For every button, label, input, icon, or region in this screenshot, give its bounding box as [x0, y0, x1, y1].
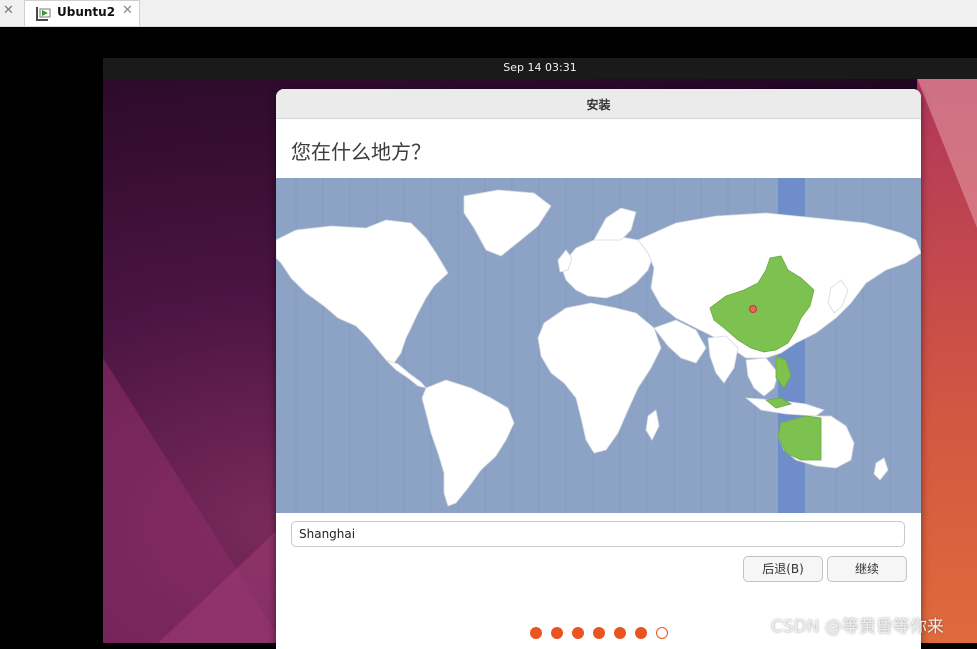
progress-dot: [530, 627, 542, 639]
progress-dot: [635, 627, 647, 639]
progress-dot: [614, 627, 626, 639]
host-tab-strip: ✕ Ubuntu2 ✕: [0, 0, 977, 27]
location-pin-icon[interactable]: [749, 305, 757, 313]
world-map[interactable]: [276, 178, 921, 513]
back-button[interactable]: 后退(B): [743, 556, 823, 582]
page-title: 您在什么地方？: [291, 140, 431, 164]
watermark: CSDN @等黄昏等你来: [771, 617, 944, 637]
close-icon[interactable]: ✕: [3, 3, 14, 18]
clock[interactable]: Sep 14 03:31: [103, 61, 977, 74]
timezone-map[interactable]: [276, 178, 921, 513]
tab-label: Ubuntu2: [57, 5, 116, 19]
progress-dot: [572, 627, 584, 639]
vm-icon: [36, 7, 51, 21]
timezone-input[interactable]: [291, 521, 905, 547]
dialog-title: 安装: [586, 98, 611, 112]
progress-dot: [551, 627, 563, 639]
wallpaper-shape: [917, 78, 977, 228]
land-masses: [276, 189, 921, 507]
continue-button[interactable]: 继续: [827, 556, 907, 582]
progress-dot: [656, 627, 668, 639]
tab-ubuntu2[interactable]: Ubuntu2 ✕: [24, 0, 140, 26]
installer-dialog: 安装 您在什么地方？ Shanghai 后退(B) 继续: [276, 89, 921, 649]
progress-dot: [593, 627, 605, 639]
tab-close-icon[interactable]: ✕: [122, 3, 133, 18]
top-bar: Sep 14 03:31: [103, 58, 977, 79]
dialog-header: 安装: [276, 89, 921, 119]
